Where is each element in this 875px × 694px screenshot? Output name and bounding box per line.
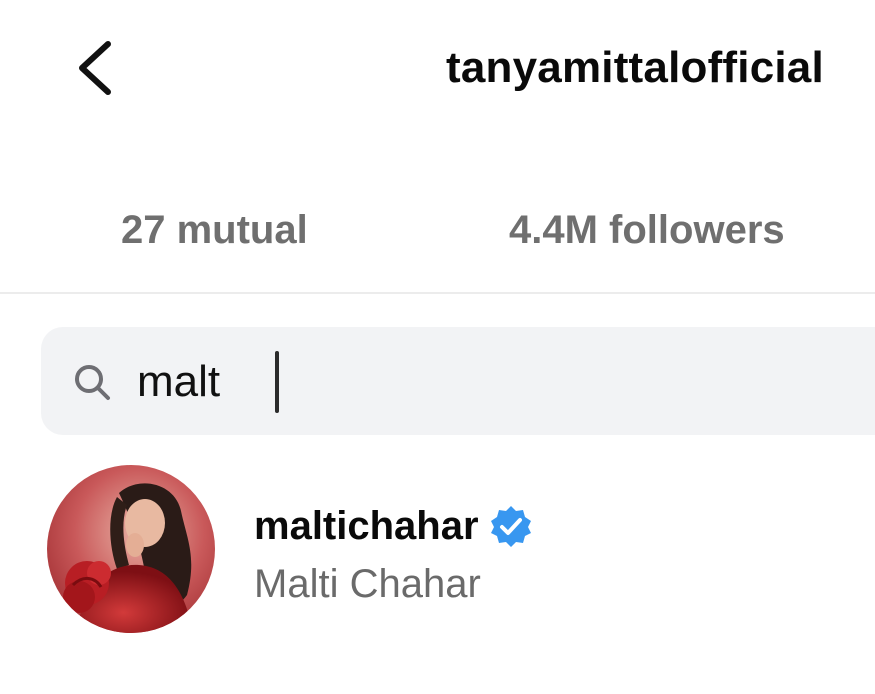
result-username-line: maltichahar	[254, 501, 533, 551]
tab-mutual[interactable]: 27 mutual	[121, 196, 308, 264]
page-title: tanyamittalofficial	[446, 43, 824, 92]
tab-followers[interactable]: 4.4M followers	[509, 196, 785, 264]
search-icon	[75, 365, 110, 400]
result-username: maltichahar	[254, 504, 479, 548]
search-input[interactable]	[137, 351, 737, 413]
result-full-name: Malti Chahar	[254, 562, 481, 606]
followers-screen: tanyamittalofficial 27 mutual 4.4M follo…	[0, 0, 875, 694]
tab-bar: 27 mutual 4.4M followers	[0, 196, 875, 264]
verified-badge-icon	[490, 506, 531, 547]
divider	[0, 292, 875, 294]
back-button[interactable]	[70, 36, 130, 100]
search-bar[interactable]	[41, 327, 875, 435]
avatar-image	[47, 465, 215, 633]
avatar[interactable]	[47, 465, 215, 633]
search-result-row[interactable]: maltichahar Malti Chahar	[0, 463, 875, 643]
chevron-left-icon	[79, 41, 111, 95]
text-caret	[275, 351, 279, 413]
